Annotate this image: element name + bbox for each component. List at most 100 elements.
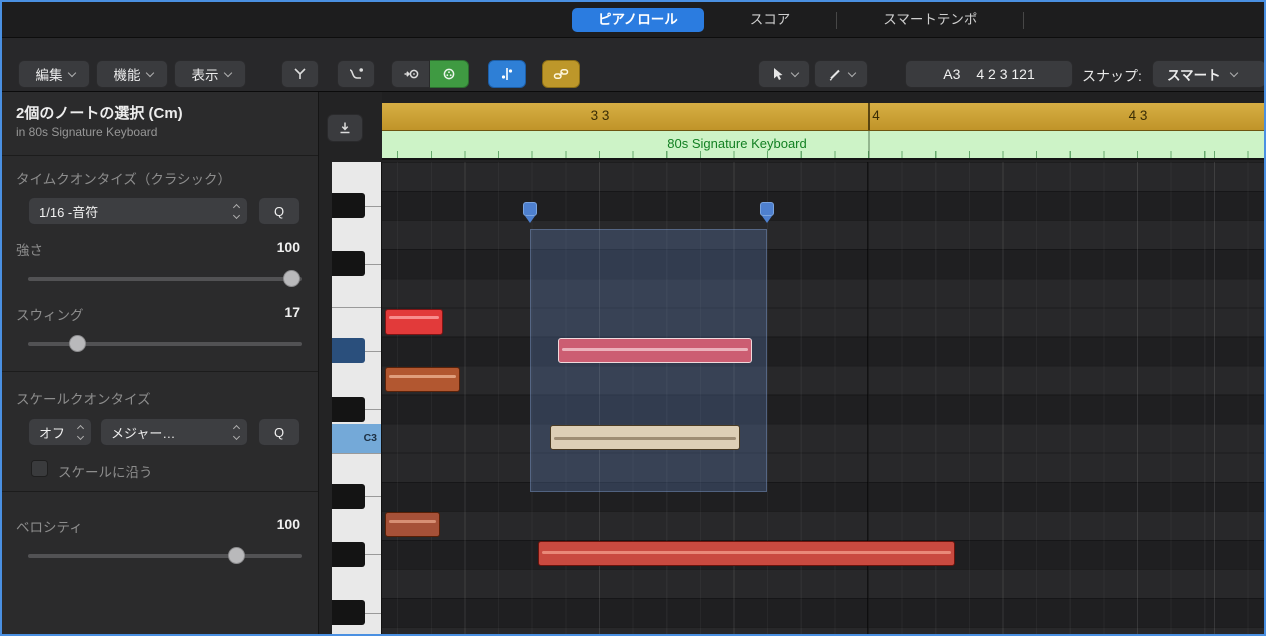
tab-smart-tempo[interactable]: スマートテンポ — [857, 8, 1003, 32]
keyboard-header — [319, 92, 382, 162]
snap-label: スナップ: — [1082, 68, 1142, 84]
functions-menu-button[interactable]: 機能 — [96, 60, 168, 88]
piano-key-G#2[interactable] — [332, 541, 365, 567]
stepper-chevrons-icon — [232, 424, 241, 440]
note-highlight-stripe — [542, 551, 951, 554]
midi-note-Gs2[interactable] — [538, 541, 955, 566]
piano-key-G#3[interactable] — [332, 193, 365, 219]
piano-key-A#2[interactable] — [332, 483, 365, 509]
midi-io-group — [391, 60, 469, 88]
selection-title: 2個のノートの選択 (Cm) — [16, 105, 183, 122]
link-button[interactable] — [542, 60, 580, 88]
midi-note-D3[interactable] — [385, 367, 460, 392]
chevron-down-icon — [67, 68, 76, 77]
midi-draw-button[interactable] — [337, 60, 375, 88]
time-quantize-dropdown[interactable]: 1/16 -音符 — [28, 197, 248, 225]
keyboard[interactable]: C3 — [332, 162, 382, 634]
note-highlight-stripe — [389, 375, 456, 378]
note-canvas[interactable] — [382, 162, 1264, 634]
snap-dropdown[interactable]: スマート — [1152, 60, 1264, 88]
scale-root-dropdown[interactable]: オフ — [28, 418, 92, 446]
midi-note-C3[interactable] — [550, 425, 740, 450]
tab-separator — [836, 11, 838, 29]
ruler-band[interactable]: 3 3 4 4 3 — [382, 103, 1264, 131]
region-header[interactable]: 80s Signature Keyboard — [382, 131, 1264, 160]
scale-type-dropdown[interactable]: メジャー… — [100, 418, 248, 446]
strength-value: 100 — [276, 239, 300, 255]
swing-slider[interactable] — [28, 335, 302, 353]
position-value: 4 2 3 121 — [976, 66, 1035, 82]
velocity-slider-thumb[interactable] — [227, 547, 245, 564]
region-ticks — [382, 151, 1264, 158]
bar-ruler[interactable]: 3 3 4 4 3 — [382, 92, 1264, 131]
midi-draw-icon — [348, 66, 364, 82]
divider — [2, 371, 318, 372]
selection-pin-right[interactable] — [760, 202, 774, 223]
piano-key-F#2[interactable] — [332, 600, 365, 626]
midi-note-Ds3[interactable] — [558, 338, 752, 363]
view-menu-label: 表示 — [191, 68, 219, 83]
scale-type-value: メジャー… — [111, 425, 176, 441]
swing-slider-thumb[interactable] — [68, 335, 86, 352]
strength-slider[interactable] — [28, 270, 302, 288]
white-key-divider — [365, 554, 381, 556]
catch-icon — [292, 66, 308, 82]
white-key-divider — [365, 496, 381, 498]
scale-quantize-q-button[interactable]: Q — [258, 418, 300, 446]
view-menu-button[interactable]: 表示 — [174, 60, 246, 88]
divider — [2, 155, 318, 156]
piano-key-C3-highlighted[interactable]: C3 — [332, 423, 381, 453]
midi-in-icon — [499, 66, 515, 82]
chevron-down-icon — [847, 68, 857, 77]
pointer-tool-button[interactable] — [758, 60, 810, 88]
region-inspector-toggle-button[interactable] — [327, 114, 363, 142]
tab-separator — [1023, 11, 1025, 29]
link-icon — [553, 66, 569, 82]
follow-scale-checkbox[interactable] — [31, 460, 48, 477]
strength-label: 強さ — [16, 243, 43, 258]
note-highlight-stripe — [562, 348, 748, 351]
chevron-down-icon — [790, 68, 800, 77]
pointer-tool-icon — [770, 66, 786, 82]
piano-key-C#3[interactable] — [332, 396, 365, 422]
time-quantize-q-button[interactable]: Q — [258, 197, 300, 225]
selection-subtitle: in 80s Signature Keyboard — [16, 125, 158, 139]
white-key-divider — [365, 612, 381, 614]
strength-slider-thumb[interactable] — [282, 270, 300, 287]
tab-piano-roll[interactable]: ピアノロール — [572, 8, 704, 32]
piano-key-F#3[interactable] — [332, 251, 365, 277]
note-highlight-stripe — [389, 520, 436, 523]
download-icon — [337, 120, 353, 136]
white-key-divider — [365, 205, 381, 207]
snap-value: スマート — [1167, 68, 1221, 83]
swing-value: 17 — [284, 304, 300, 320]
midi-out-button[interactable] — [430, 60, 469, 88]
midi-note-E3[interactable] — [385, 309, 443, 335]
piano-key-D#3-pressed[interactable] — [332, 338, 365, 364]
midi-in-button[interactable] — [488, 60, 526, 88]
position-note: A3 — [943, 66, 961, 82]
c3-key-label: C3 — [363, 431, 377, 444]
velocity-value: 100 — [276, 516, 300, 532]
white-key-divider — [365, 409, 381, 411]
selection-pin-left[interactable] — [523, 202, 537, 223]
region-name: 80s Signature Keyboard — [667, 136, 807, 151]
step-input-button[interactable] — [391, 60, 430, 88]
edit-menu-button[interactable]: 編集 — [18, 60, 90, 88]
scale-quantize-label: スケールクオンタイズ — [16, 392, 151, 407]
time-quantize-value: 1/16 -音符 — [39, 204, 99, 220]
pencil-tool-button[interactable] — [814, 60, 868, 88]
velocity-slider[interactable] — [28, 547, 302, 565]
velocity-slider-track[interactable] — [28, 554, 302, 558]
editor-tabbar: ピアノロール スコア スマートテンポ — [2, 2, 1264, 38]
tab-score[interactable]: スコア — [724, 8, 817, 32]
strength-slider-track[interactable] — [28, 277, 302, 281]
swing-label: スウィング — [16, 308, 84, 323]
ruler-label: 4 — [872, 108, 880, 123]
catch-button[interactable] — [281, 60, 319, 88]
stepper-chevrons-icon — [232, 203, 241, 219]
keyboard-gutter — [319, 162, 332, 634]
midi-note-A2[interactable] — [385, 512, 440, 537]
scale-root-value: オフ — [39, 425, 66, 441]
follow-scale-label: スケールに沿う — [58, 465, 153, 480]
